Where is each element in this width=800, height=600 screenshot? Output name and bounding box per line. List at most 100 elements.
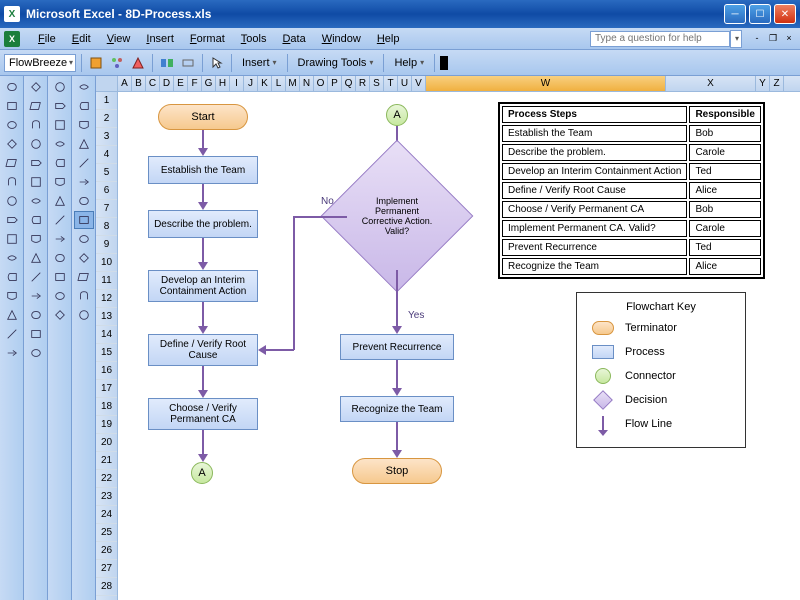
row-header[interactable]: 22	[96, 470, 117, 488]
shape-tool-icon[interactable]	[26, 116, 46, 134]
col-header[interactable]: F	[188, 76, 202, 91]
tool-icon-5[interactable]	[179, 54, 197, 72]
help-dropdown[interactable]	[730, 30, 742, 48]
col-header[interactable]: Y	[756, 76, 770, 91]
shape-tool-icon[interactable]	[26, 154, 46, 172]
col-header[interactable]: E	[174, 76, 188, 91]
pointer-icon[interactable]	[208, 54, 226, 72]
menu-insert[interactable]: Insert	[138, 31, 182, 47]
row-header[interactable]: 2	[96, 110, 117, 128]
row-header[interactable]: 27	[96, 560, 117, 578]
col-header[interactable]: C	[146, 76, 160, 91]
column-headers[interactable]: ABCDEFGHIJKLMNOPQRSTUVWXYZ	[118, 76, 800, 92]
shape-tool-icon[interactable]	[50, 306, 70, 324]
table-row[interactable]: Describe the problem.Carole	[502, 144, 761, 161]
shape-tool-icon[interactable]	[26, 135, 46, 153]
shape-tool-icon[interactable]	[2, 287, 22, 305]
row-header[interactable]: 12	[96, 290, 117, 308]
table-row[interactable]: Establish the TeamBob	[502, 125, 761, 142]
insert-dropdown[interactable]: Insert	[237, 53, 282, 73]
shape-decision[interactable]: Implement Permanent Corrective Action. V…	[343, 162, 451, 270]
row-header[interactable]: 26	[96, 542, 117, 560]
row-header[interactable]: 11	[96, 272, 117, 290]
shape-tool-icon[interactable]	[74, 173, 94, 191]
shape-tool-icon[interactable]	[26, 192, 46, 210]
shape-tool-icon[interactable]	[50, 173, 70, 191]
row-header[interactable]: 17	[96, 380, 117, 398]
col-header[interactable]: Z	[770, 76, 784, 91]
row-header[interactable]: 5	[96, 164, 117, 182]
col-header[interactable]: Q	[342, 76, 356, 91]
row-header[interactable]: 19	[96, 416, 117, 434]
shape-tool-icon[interactable]	[2, 116, 22, 134]
shape-tool-icon[interactable]	[50, 192, 70, 210]
shape-tool-icon[interactable]	[26, 211, 46, 229]
col-header[interactable]: L	[272, 76, 286, 91]
menu-tools[interactable]: Tools	[233, 31, 275, 47]
shape-tool-icon[interactable]	[2, 230, 22, 248]
doc-close-button[interactable]: ×	[782, 33, 796, 45]
col-header[interactable]: I	[230, 76, 244, 91]
row-header[interactable]: 7	[96, 200, 117, 218]
shape-define[interactable]: Define / Verify Root Cause	[148, 334, 258, 366]
row-header[interactable]: 4	[96, 146, 117, 164]
col-header[interactable]: S	[370, 76, 384, 91]
shape-tool-icon[interactable]	[50, 211, 70, 229]
shape-tool-icon[interactable]	[2, 135, 22, 153]
row-header[interactable]: 13	[96, 308, 117, 326]
row-header[interactable]: 6	[96, 182, 117, 200]
row-header[interactable]: 3	[96, 128, 117, 146]
col-header[interactable]: X	[666, 76, 756, 91]
help-search-input[interactable]	[590, 31, 730, 47]
col-header[interactable]: B	[132, 76, 146, 91]
col-header[interactable]: D	[160, 76, 174, 91]
shape-develop[interactable]: Develop an Interim Containment Action	[148, 270, 258, 302]
shape-tool-icon[interactable]	[50, 135, 70, 153]
shape-tool-icon[interactable]	[50, 78, 70, 96]
shape-tool-icon[interactable]	[74, 211, 94, 229]
shape-tool-icon[interactable]	[74, 116, 94, 134]
table-row[interactable]: Define / Verify Root CauseAlice	[502, 182, 761, 199]
col-header[interactable]: G	[202, 76, 216, 91]
shape-tool-icon[interactable]	[50, 116, 70, 134]
shape-tool-icon[interactable]	[2, 268, 22, 286]
shape-tool-icon[interactable]	[26, 325, 46, 343]
shape-prevent[interactable]: Prevent Recurrence	[340, 334, 454, 360]
shape-tool-icon[interactable]	[26, 97, 46, 115]
menu-edit[interactable]: Edit	[64, 31, 99, 47]
shape-stop[interactable]: Stop	[352, 458, 442, 484]
shape-tool-icon[interactable]	[74, 97, 94, 115]
shape-tool-icon[interactable]	[2, 173, 22, 191]
shape-tool-icon[interactable]	[2, 192, 22, 210]
shape-tool-icon[interactable]	[2, 325, 22, 343]
shape-tool-icon[interactable]	[26, 344, 46, 362]
menu-view[interactable]: View	[99, 31, 139, 47]
sheet-canvas[interactable]: Start Establish the Team Describe the pr…	[118, 92, 800, 600]
tool-icon-2[interactable]	[108, 54, 126, 72]
col-header[interactable]: U	[398, 76, 412, 91]
shape-tool-icon[interactable]	[26, 306, 46, 324]
row-header[interactable]: 16	[96, 362, 117, 380]
shape-tool-icon[interactable]	[74, 249, 94, 267]
app-icon[interactable]: X	[4, 31, 20, 47]
col-header[interactable]: O	[314, 76, 328, 91]
table-row[interactable]: Implement Permanent CA. Valid?Carole	[502, 220, 761, 237]
col-header[interactable]: T	[384, 76, 398, 91]
col-header[interactable]: W	[426, 76, 666, 91]
shape-tool-icon[interactable]	[2, 249, 22, 267]
shape-tool-icon[interactable]	[74, 268, 94, 286]
col-header[interactable]: H	[216, 76, 230, 91]
shape-tool-icon[interactable]	[2, 344, 22, 362]
row-header[interactable]: 10	[96, 254, 117, 272]
shape-tool-icon[interactable]	[2, 154, 22, 172]
row-header[interactable]: 24	[96, 506, 117, 524]
row-header[interactable]: 8	[96, 218, 117, 236]
row-header[interactable]: 15	[96, 344, 117, 362]
shape-tool-icon[interactable]	[2, 78, 22, 96]
shape-tool-icon[interactable]	[50, 249, 70, 267]
close-button[interactable]: ✕	[774, 4, 796, 24]
menu-file[interactable]: File	[30, 31, 64, 47]
shape-connector-a[interactable]: A	[191, 462, 213, 484]
shape-tool-icon[interactable]	[50, 154, 70, 172]
shape-tool-icon[interactable]	[2, 306, 22, 324]
